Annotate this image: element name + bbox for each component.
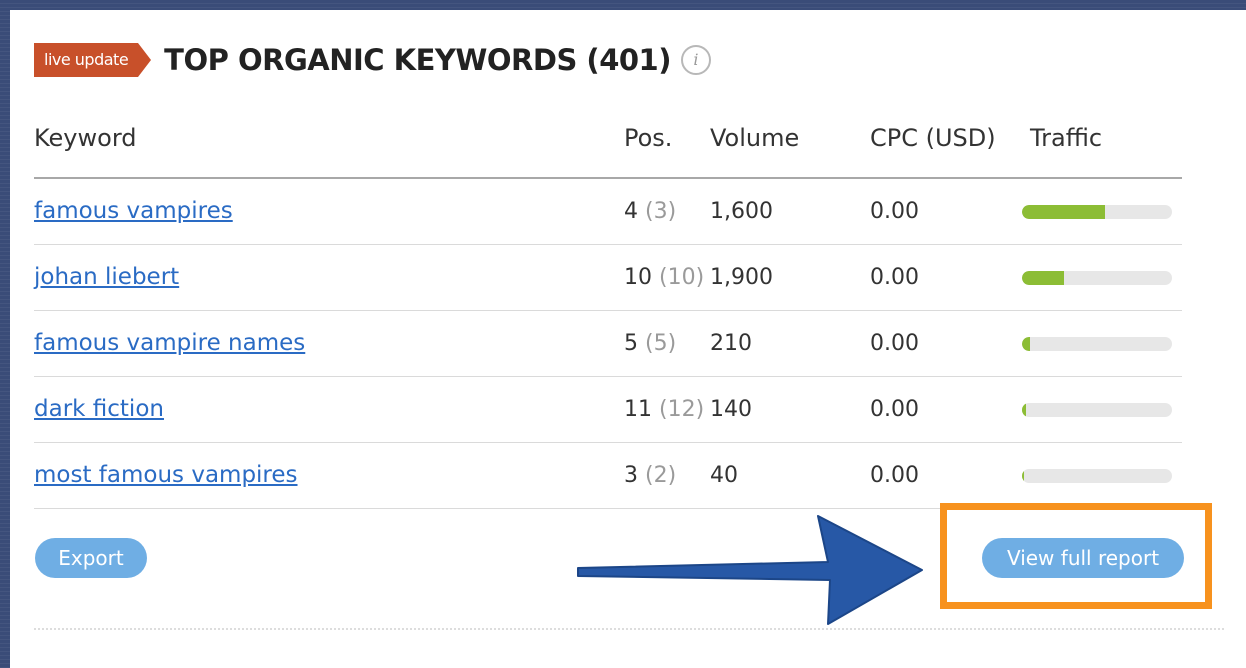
view-full-report-button[interactable]: View full report: [982, 538, 1184, 578]
cpc-cell: 0.00: [870, 463, 919, 488]
cpc-cell: 0.00: [870, 199, 919, 224]
column-header-pos[interactable]: Pos.: [624, 124, 672, 152]
traffic-bar-fill: [1022, 271, 1064, 285]
position-cell: 5 (5): [624, 311, 676, 376]
position-previous: (3): [645, 199, 677, 224]
traffic-bar: [1022, 271, 1172, 285]
volume-cell: 40: [710, 463, 738, 488]
widget-title: TOP ORGANIC KEYWORDS (401): [164, 43, 671, 77]
volume-cell: 210: [710, 331, 752, 356]
volume-cell: 1,600: [710, 199, 773, 224]
column-header-traffic[interactable]: Traffic: [1030, 124, 1102, 152]
divider: [34, 628, 1224, 630]
position-current: 3: [624, 463, 638, 488]
position-cell: 3 (2): [624, 443, 676, 508]
traffic-bar-fill: [1022, 469, 1024, 483]
volume-cell: 1,900: [710, 265, 773, 290]
traffic-bar: [1022, 403, 1172, 417]
position-current: 11: [624, 397, 652, 422]
position-cell: 10 (10): [624, 245, 704, 310]
position-previous: (2): [645, 463, 677, 488]
table-row: dark fiction 11 (12) 140 0.00: [34, 377, 1182, 443]
arrow-right-icon: [577, 515, 923, 625]
table-row: famous vampires 4 (3) 1,600 0.00: [34, 179, 1182, 245]
cpc-cell: 0.00: [870, 331, 919, 356]
position-previous: (12): [659, 397, 705, 422]
traffic-bar: [1022, 337, 1172, 351]
cpc-cell: 0.00: [870, 397, 919, 422]
position-cell: 4 (3): [624, 179, 676, 244]
position-current: 10: [624, 265, 652, 290]
keywords-table: Keyword Pos. Volume CPC (USD) Traffic fa…: [34, 100, 1182, 509]
position-cell: 11 (12): [624, 377, 704, 442]
volume-cell: 140: [710, 397, 752, 422]
keyword-link[interactable]: famous vampires: [34, 179, 233, 244]
position-previous: (10): [659, 265, 705, 290]
widget-header: live update TOP ORGANIC KEYWORDS (401) i: [34, 32, 711, 88]
column-header-keyword[interactable]: Keyword: [34, 124, 137, 152]
traffic-bar-fill: [1022, 403, 1026, 417]
column-header-volume[interactable]: Volume: [710, 124, 799, 152]
table-body: famous vampires 4 (3) 1,600 0.00 johan liebe…: [34, 179, 1182, 509]
export-button[interactable]: Export: [35, 538, 147, 578]
table-header: Keyword Pos. Volume CPC (USD) Traffic: [34, 100, 1182, 179]
table-row: johan liebert 10 (10) 1,900 0.00: [34, 245, 1182, 311]
traffic-bar-fill: [1022, 205, 1105, 219]
position-current: 4: [624, 199, 638, 224]
info-icon[interactable]: i: [680, 45, 711, 75]
table-row: famous vampire names 5 (5) 210 0.00: [34, 311, 1182, 377]
traffic-bar: [1022, 469, 1172, 483]
position-current: 5: [624, 331, 638, 356]
cpc-cell: 0.00: [870, 265, 919, 290]
traffic-bar-fill: [1022, 337, 1030, 351]
keyword-link[interactable]: most famous vampires: [34, 443, 298, 508]
live-update-badge: live update: [34, 43, 152, 77]
traffic-bar: [1022, 205, 1172, 219]
table-row: most famous vampires 3 (2) 40 0.00: [34, 443, 1182, 509]
keyword-link[interactable]: johan liebert: [34, 245, 179, 310]
keyword-link[interactable]: famous vampire names: [34, 311, 305, 376]
arrow-shape: [577, 515, 923, 625]
keyword-link[interactable]: dark fiction: [34, 377, 164, 442]
column-header-cpc[interactable]: CPC (USD): [870, 124, 996, 152]
position-previous: (5): [645, 331, 677, 356]
